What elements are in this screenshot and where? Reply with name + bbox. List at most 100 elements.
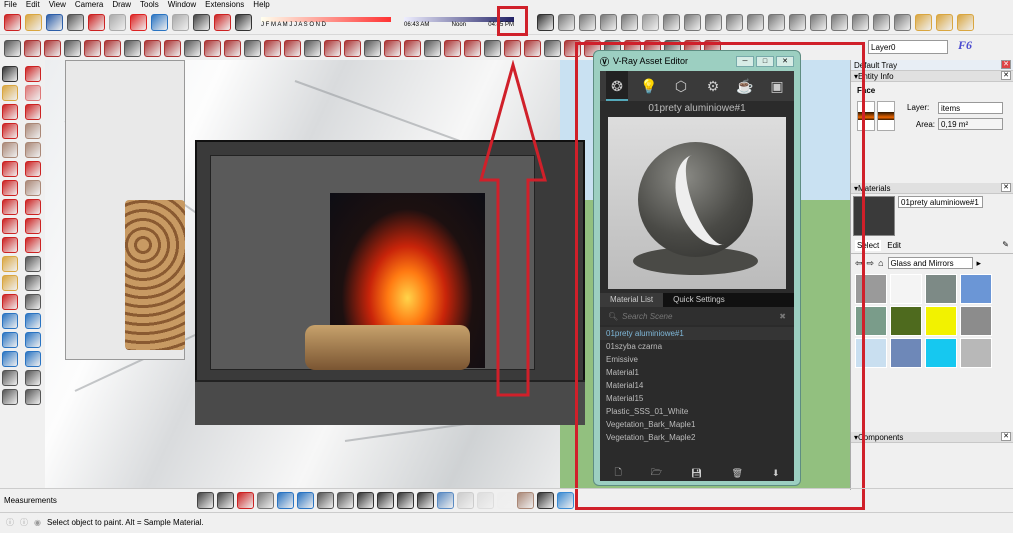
material-swatch[interactable] xyxy=(890,306,922,336)
menu-camera[interactable]: Camera xyxy=(75,0,103,10)
f6-icon[interactable]: F6 xyxy=(958,38,972,53)
wireframe-icon[interactable] xyxy=(297,492,314,509)
menu-help[interactable]: Help xyxy=(253,0,269,10)
toolbar2-tool-icon[interactable] xyxy=(544,39,561,57)
toolbar2-tool-icon[interactable] xyxy=(344,39,361,57)
axes-icon[interactable] xyxy=(2,294,18,310)
dimension-icon[interactable] xyxy=(25,256,41,272)
materials-header[interactable]: ▾ Materials ✕ xyxy=(851,183,1013,194)
rotate-icon[interactable] xyxy=(2,218,18,234)
box2-icon[interactable] xyxy=(936,13,953,31)
orbit-icon[interactable] xyxy=(2,313,18,329)
material-swatch[interactable] xyxy=(960,274,992,304)
x-ray-icon[interactable] xyxy=(257,492,274,509)
protractor2-icon[interactable] xyxy=(237,492,254,509)
toolbar2-tool-icon[interactable] xyxy=(524,39,541,57)
polygon-icon[interactable] xyxy=(25,142,41,158)
close-icon[interactable]: ✕ xyxy=(1001,183,1011,192)
freehand-icon[interactable] xyxy=(25,104,41,120)
material-swatch[interactable] xyxy=(890,338,922,368)
frame-buffer-icon[interactable] xyxy=(600,13,617,31)
shadow-toggle-icon[interactable] xyxy=(235,13,252,31)
material-swatch[interactable] xyxy=(890,274,922,304)
toolbar2-tool-icon[interactable] xyxy=(204,39,221,57)
toolbar2-tool-icon[interactable] xyxy=(24,39,41,57)
home-icon[interactable]: ⌂ xyxy=(878,258,883,268)
menu-extensions[interactable]: Extensions xyxy=(205,0,244,10)
top-view-icon[interactable] xyxy=(337,492,354,509)
material-swatch[interactable] xyxy=(925,338,957,368)
wireframe-style-icon[interactable] xyxy=(457,492,474,509)
proxy-export-icon[interactable] xyxy=(831,13,848,31)
toolbar2-tool-icon[interactable] xyxy=(264,39,281,57)
eraser-icon[interactable] xyxy=(25,85,41,101)
arc2-icon[interactable] xyxy=(25,161,41,177)
light-icon[interactable] xyxy=(663,13,680,31)
model-info-icon[interactable] xyxy=(214,13,231,31)
spot-light-icon[interactable] xyxy=(705,13,722,31)
geo-location-icon[interactable]: ⓘ xyxy=(6,513,14,532)
material-swatch[interactable] xyxy=(960,306,992,336)
save-icon[interactable] xyxy=(46,13,63,31)
user-icon[interactable]: ◉ xyxy=(34,513,41,532)
toolbar2-tool-icon[interactable] xyxy=(4,39,21,57)
infinite-plane-icon[interactable] xyxy=(810,13,827,31)
toolbar2-tool-icon[interactable] xyxy=(324,39,341,57)
menu-tools[interactable]: Tools xyxy=(140,0,159,10)
menu-view[interactable]: View xyxy=(49,0,66,10)
toolbar2-tool-icon[interactable] xyxy=(144,39,161,57)
layer-dropdown[interactable]: Layer0 xyxy=(868,40,948,54)
paint-bucket-icon[interactable] xyxy=(2,85,18,101)
toolbar2-tool-icon[interactable] xyxy=(424,39,441,57)
toolbar2-tool-icon[interactable] xyxy=(184,39,201,57)
tab-edit[interactable]: Edit xyxy=(885,240,903,251)
menu-window[interactable]: Window xyxy=(168,0,196,10)
material-swatch[interactable] xyxy=(925,274,957,304)
forward-arrow-icon[interactable]: ⇨ xyxy=(867,258,875,269)
toolbar2-tool-icon[interactable] xyxy=(464,39,481,57)
material-name-field[interactable]: 01prety aluminiowe#1 xyxy=(898,196,983,208)
toolbar2-tool-icon[interactable] xyxy=(304,39,321,57)
layer-select[interactable]: items xyxy=(938,101,1003,114)
components-header[interactable]: ▾ Components ✕ xyxy=(851,432,1013,443)
pie-icon[interactable] xyxy=(25,180,41,196)
arc-icon[interactable] xyxy=(2,161,18,177)
back-edges-icon[interactable] xyxy=(277,492,294,509)
move-icon[interactable] xyxy=(2,199,18,215)
menu-draw[interactable]: Draw xyxy=(112,0,131,10)
3d-text-icon[interactable] xyxy=(25,294,41,310)
print-icon[interactable] xyxy=(193,13,210,31)
compass-icon[interactable] xyxy=(197,492,214,509)
sample-paint-icon[interactable]: ✎ xyxy=(1002,240,1009,251)
offset-icon[interactable] xyxy=(25,237,41,253)
material-swatch[interactable] xyxy=(960,338,992,368)
shaded-icon[interactable] xyxy=(497,492,514,509)
toolbar2-tool-icon[interactable] xyxy=(224,39,241,57)
toolbar2-tool-icon[interactable] xyxy=(484,39,501,57)
undo-icon[interactable] xyxy=(151,13,168,31)
mesh-clipper-icon[interactable] xyxy=(894,13,911,31)
left-view-icon[interactable] xyxy=(417,492,434,509)
material-swatch[interactable] xyxy=(925,306,957,336)
previous-view-icon[interactable] xyxy=(25,351,41,367)
shadow-month-slider[interactable]: J F M A M J J A S O N D xyxy=(261,16,391,28)
zoom-icon[interactable] xyxy=(2,332,18,348)
zoom-window-icon[interactable] xyxy=(25,332,41,348)
iso-view-icon[interactable] xyxy=(317,492,334,509)
toolbar2-tool-icon[interactable] xyxy=(504,39,521,57)
lock-icon[interactable] xyxy=(642,13,659,31)
entity-info-header[interactable]: ▾ Entity Info ✕ xyxy=(851,71,1013,82)
close-icon[interactable]: ✕ xyxy=(1001,71,1011,80)
redo-icon[interactable] xyxy=(172,13,189,31)
shaded-texture-icon[interactable] xyxy=(517,492,534,509)
protractor-icon[interactable] xyxy=(2,275,18,291)
mesh-light-icon[interactable] xyxy=(789,13,806,31)
new-file-icon[interactable] xyxy=(4,13,21,31)
front-view-icon[interactable] xyxy=(357,492,374,509)
toolbar2-tool-icon[interactable] xyxy=(404,39,421,57)
cut-icon[interactable] xyxy=(67,13,84,31)
follow-me-icon[interactable] xyxy=(25,218,41,234)
rectangle-icon[interactable] xyxy=(2,123,18,139)
toolbar2-tool-icon[interactable] xyxy=(284,39,301,57)
menu-file[interactable]: File xyxy=(4,0,17,10)
